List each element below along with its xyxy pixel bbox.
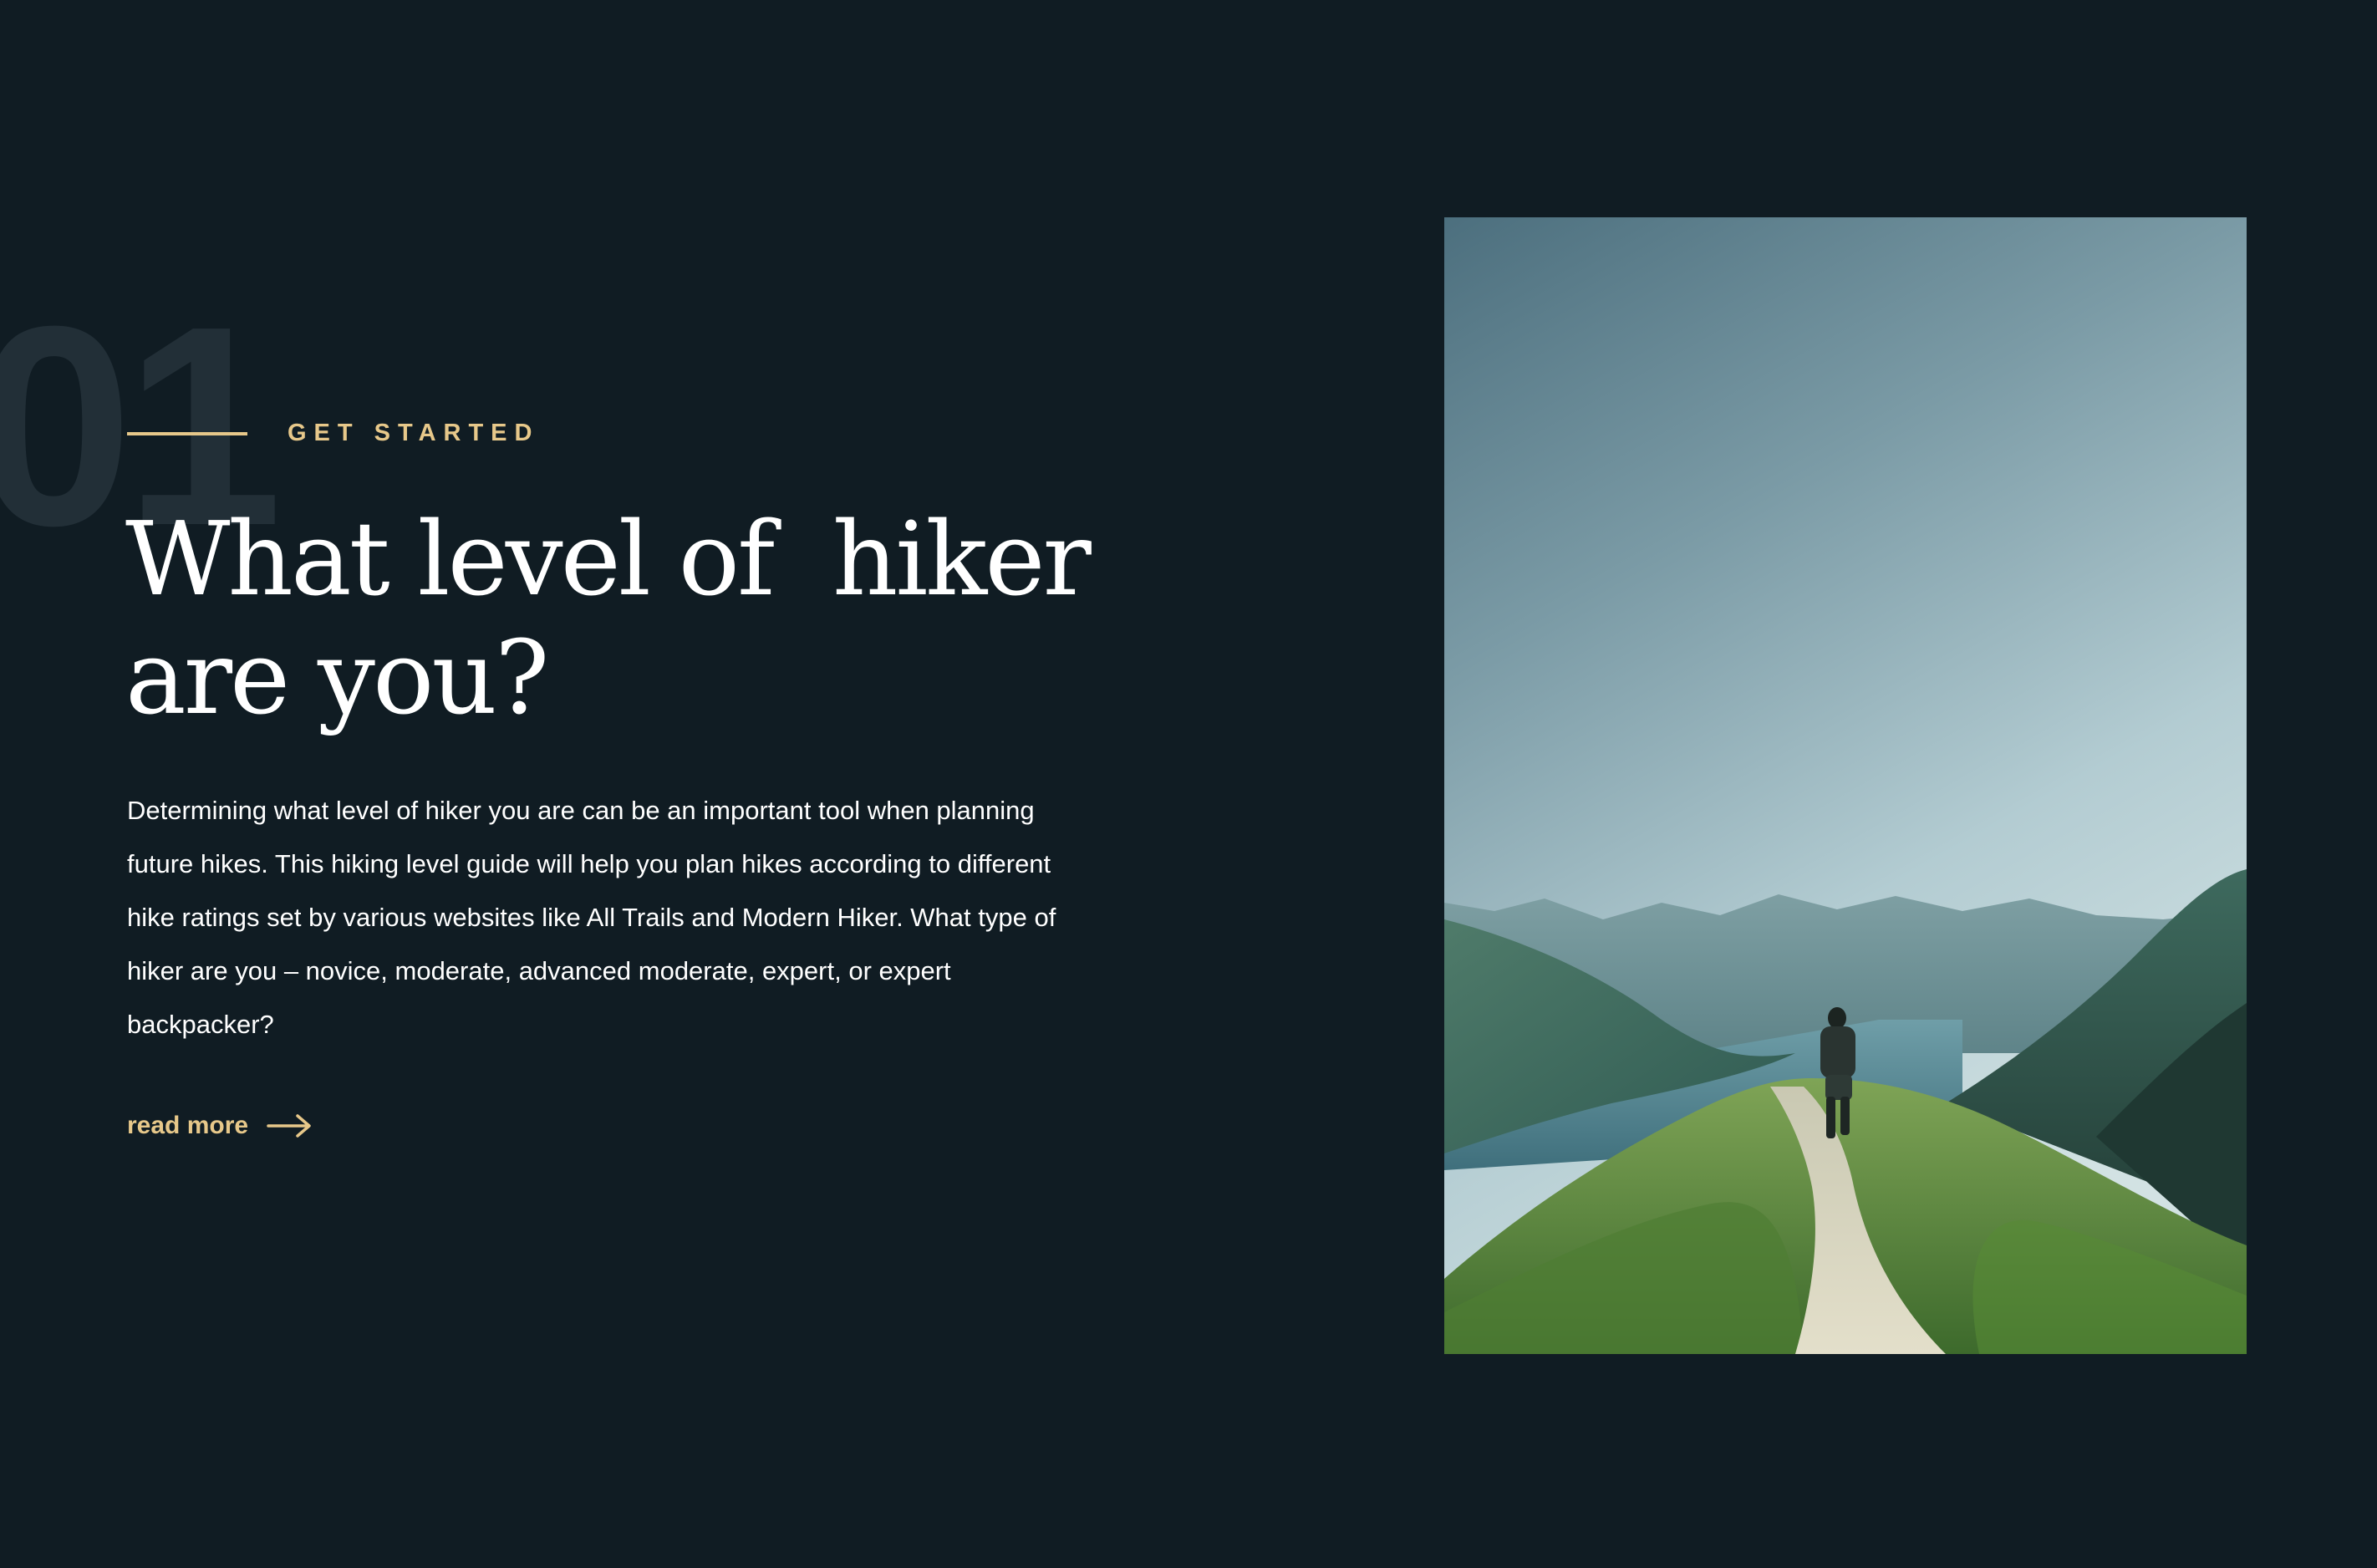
page-title: What level of hiker are you? (125, 500, 1128, 737)
read-more-label: read more (127, 1112, 249, 1139)
arrow-right-icon (267, 1114, 311, 1138)
hiker-photo (1444, 217, 2247, 1354)
eyebrow-divider (127, 431, 247, 435)
title-line-2: are you? (125, 619, 549, 737)
hiker-photo-illustration (1444, 217, 2247, 1354)
page: 01 GET STARTED What level of hiker are y… (0, 0, 2377, 1568)
intro-paragraph: Determining what level of hiker you are … (127, 796, 1056, 1039)
read-more-link[interactable]: read more (127, 1112, 312, 1140)
title-line-1: What level of hiker (125, 500, 1092, 619)
eyebrow: GET STARTED (127, 420, 539, 447)
eyebrow-label: GET STARTED (288, 420, 540, 446)
